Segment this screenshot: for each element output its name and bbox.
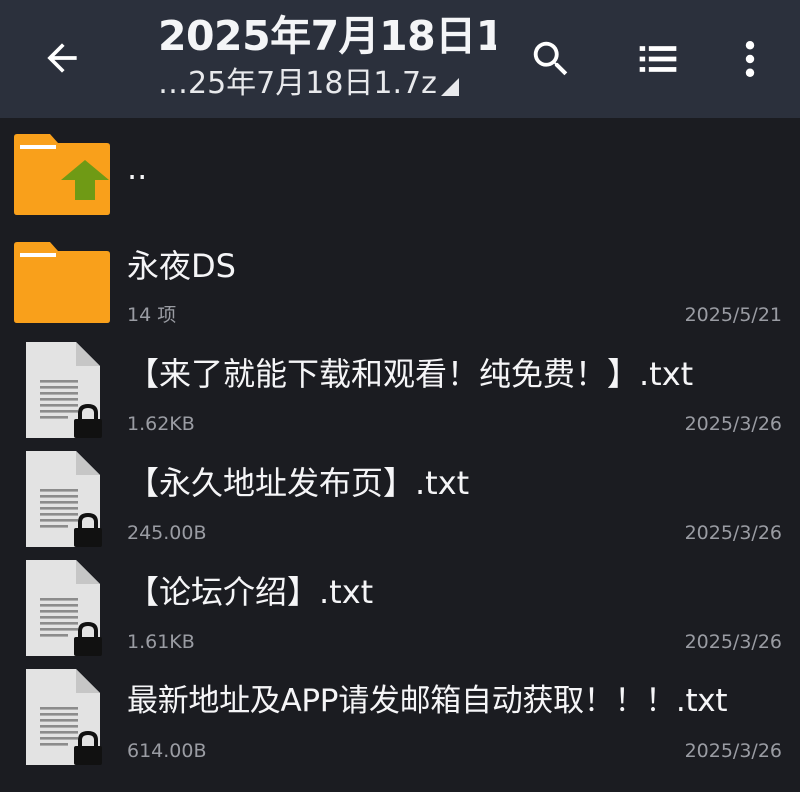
toolbar: 2025年7月18日1 …25年7月18日1.7z: [0, 0, 800, 118]
back-button[interactable]: [22, 18, 102, 98]
more-options-button[interactable]: [717, 26, 783, 92]
item-date: 2025/3/26: [684, 522, 782, 544]
list-item[interactable]: 【来了就能下载和观看！纯免费！】.txt 1.62KB 2025/3/26: [0, 340, 800, 446]
item-date: 2025/3/26: [684, 740, 782, 762]
parent-directory-row[interactable]: ..: [0, 122, 800, 228]
parent-directory-label: ..: [127, 149, 148, 187]
view-mode-button[interactable]: [625, 26, 691, 92]
text-file-locked-icon: [26, 560, 102, 656]
item-size: 1.62KB: [127, 413, 195, 435]
list-item[interactable]: 永夜DS 14 项 2025/5/21: [0, 232, 800, 338]
item-name: 最新地址及APP请发邮箱自动获取！！！.txt: [127, 683, 728, 719]
item-date: 2025/5/21: [684, 304, 782, 326]
archive-browser: 2025年7月18日1 …25年7月18日1.7z .. 永夜DS 14 项 2…: [0, 0, 800, 792]
item-name: 【来了就能下载和观看！纯免费！】.txt: [127, 355, 694, 393]
list-item[interactable]: 【论坛介绍】.txt 1.61KB 2025/3/26: [0, 558, 800, 664]
folder-icon: [14, 242, 110, 323]
dropdown-triangle-icon: [440, 78, 459, 96]
item-date: 2025/3/26: [684, 631, 782, 653]
item-size: 1.61KB: [127, 631, 195, 653]
item-date: 2025/3/26: [684, 413, 782, 435]
title-block[interactable]: 2025年7月18日1 …25年7月18日1.7z: [158, 10, 496, 110]
text-file-locked-icon: [26, 669, 102, 765]
item-name: 永夜DS: [127, 247, 236, 285]
archive-path-label: …25年7月18日1.7z: [158, 66, 437, 101]
list-item[interactable]: 最新地址及APP请发邮箱自动获取！！！.txt 614.00B 2025/3/2…: [0, 667, 800, 773]
item-size: 614.00B: [127, 740, 207, 762]
search-button[interactable]: [518, 26, 584, 92]
text-file-locked-icon: [26, 342, 102, 438]
item-name: 【永久地址发布页】.txt: [127, 464, 470, 502]
folder-up-icon: [14, 134, 110, 215]
list-item[interactable]: 【永久地址发布页】.txt 245.00B 2025/3/26: [0, 449, 800, 555]
archive-path-dropdown[interactable]: …25年7月18日1.7z: [158, 64, 459, 104]
item-name: 【论坛介绍】.txt: [127, 573, 374, 611]
more-vert-icon: [745, 41, 755, 77]
list-view-icon: [639, 46, 677, 72]
item-size: 245.00B: [127, 522, 207, 544]
item-size: 14 项: [127, 304, 177, 326]
text-file-locked-icon: [26, 451, 102, 547]
page-title: 2025年7月18日1: [158, 12, 496, 60]
search-icon: [533, 41, 568, 76]
arrow-left-icon: [47, 43, 77, 73]
